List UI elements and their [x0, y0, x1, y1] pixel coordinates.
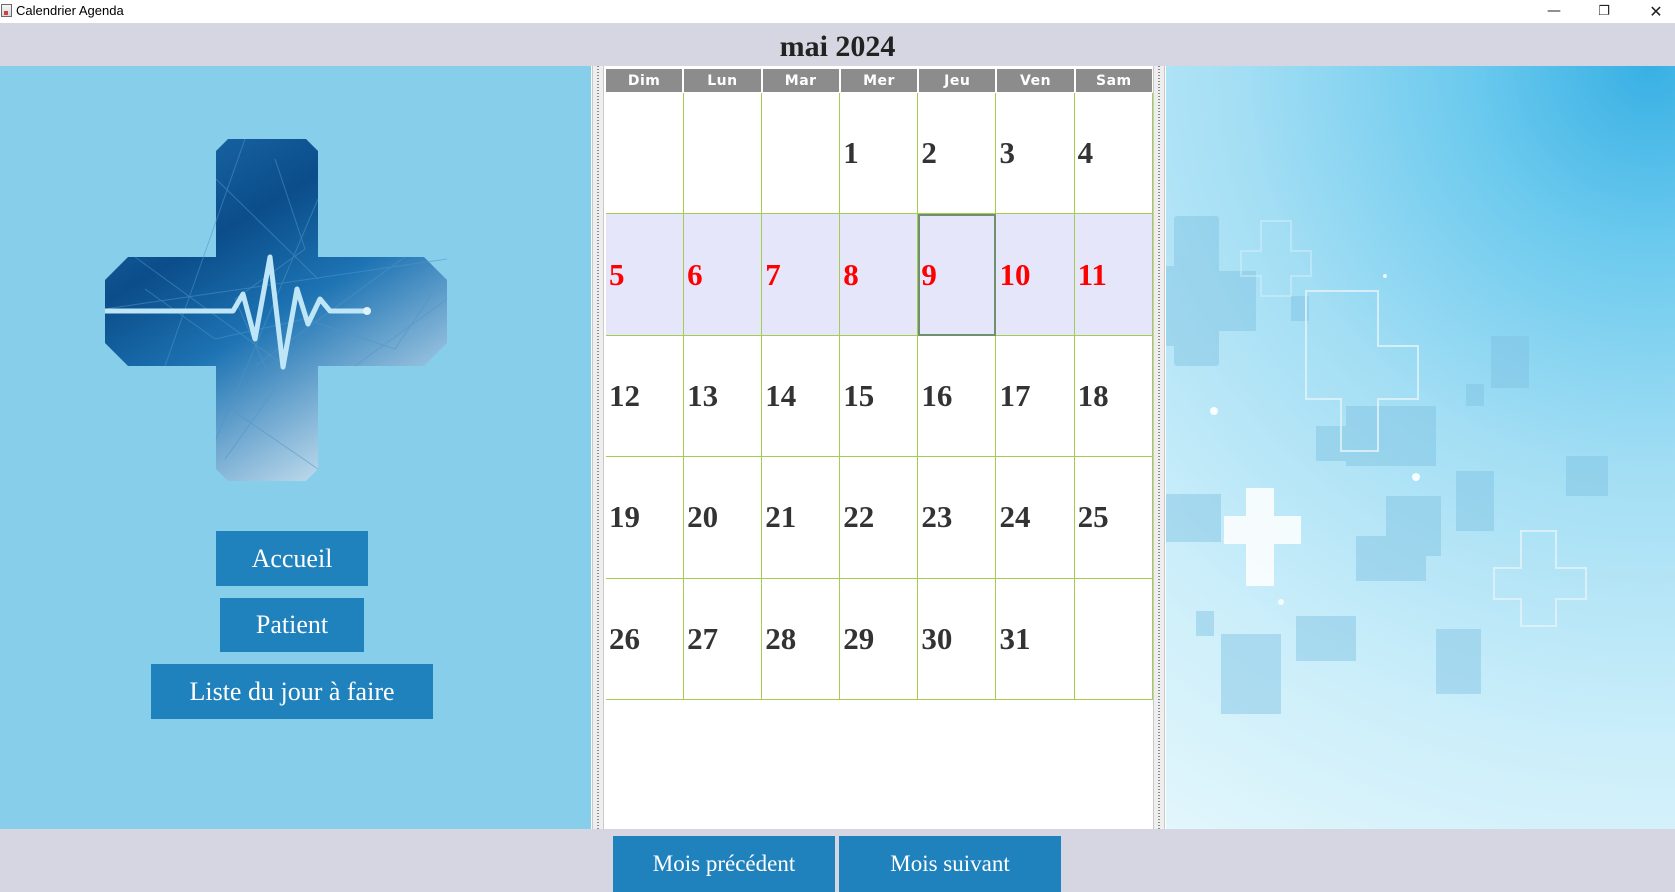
calendar-day-cell[interactable]: 10 [996, 214, 1075, 336]
calendar-day-cell[interactable]: 11 [1074, 214, 1153, 336]
calendar-day-cell[interactable]: 4 [1074, 93, 1153, 215]
calendar-day-cell[interactable]: 29 [840, 578, 919, 700]
calendar-day-cell[interactable]: 16 [918, 335, 997, 458]
calendar-empty-cell [1074, 578, 1153, 700]
calendar-day-cell[interactable]: 8 [840, 214, 919, 336]
accueil-button[interactable]: Accueil [216, 531, 368, 586]
calendar-day-cell[interactable]: 31 [996, 578, 1075, 700]
weekday-header-row: Dim Lun Mar Mer Jeu Ven Sam [606, 69, 1152, 92]
next-month-button[interactable]: Mois suivant [839, 836, 1061, 892]
calendar-day-cell[interactable]: 5 [606, 214, 685, 336]
month-header: mai 2024 [0, 23, 1675, 66]
calendar-day-cell[interactable]: 1 [840, 93, 919, 215]
calendar-day-cell[interactable]: 18 [1074, 335, 1153, 458]
calendar-empty-cell [606, 93, 685, 215]
patient-button[interactable]: Patient [220, 598, 364, 652]
weekday-header: Jeu [919, 69, 998, 92]
calendar-panel: Dim Lun Mar Mer Jeu Ven Sam 1 2 3 4 5 6 7 8 9 10 1… [605, 66, 1153, 829]
calendar-grid: 1 2 3 4 5 6 7 8 9 10 11 12 13 14 15 16 17 18 19 20 21 22 23 24 2… [606, 93, 1153, 700]
right-splitter[interactable] [1153, 66, 1165, 829]
app-icon [1, 4, 12, 17]
restore-icon[interactable]: ❐ [1580, 0, 1628, 22]
calendar-day-cell[interactable]: 12 [606, 335, 685, 458]
calendar-day-cell[interactable]: 26 [606, 578, 685, 700]
window-title-bar: Calendrier Agenda — ❐ ✕ [0, 0, 1675, 23]
weekday-header: Lun [684, 69, 763, 92]
calendar-day-cell[interactable]: 15 [840, 335, 919, 458]
calendar-day-cell[interactable]: 9 [918, 214, 997, 336]
medical-crosses-background-icon [1166, 216, 1608, 714]
weekday-header: Dim [606, 69, 685, 92]
calendar-empty-cell [684, 93, 763, 215]
calendar-day-cell[interactable]: 17 [996, 335, 1075, 458]
calendar-empty-cell [762, 93, 841, 215]
calendar-day-cell[interactable]: 24 [996, 457, 1075, 579]
minimize-icon[interactable]: — [1530, 0, 1578, 22]
calendar-day-cell[interactable]: 14 [762, 335, 841, 458]
left-panel: Accueil Patient Liste du jour à faire [0, 66, 591, 829]
medical-cross-heartbeat-icon [105, 139, 447, 481]
calendar-day-cell[interactable]: 23 [918, 457, 997, 579]
calendar-day-cell[interactable]: 2 [918, 93, 997, 215]
calendar-day-cell[interactable]: 22 [840, 457, 919, 579]
close-icon[interactable]: ✕ [1632, 0, 1675, 22]
weekday-header: Sam [1075, 69, 1152, 92]
calendar-day-cell[interactable]: 6 [684, 214, 763, 336]
window-title: Calendrier Agenda [16, 3, 124, 18]
calendar-day-cell[interactable]: 25 [1074, 457, 1153, 579]
month-title: mai 2024 [779, 29, 896, 63]
previous-month-button[interactable]: Mois précédent [613, 836, 835, 892]
calendar-day-cell[interactable]: 21 [762, 457, 841, 579]
weekday-header: Ven [997, 69, 1076, 92]
calendar-day-cell[interactable]: 30 [918, 578, 997, 700]
calendar-day-cell[interactable]: 28 [762, 578, 841, 700]
calendar-day-cell[interactable]: 19 [606, 457, 685, 579]
weekday-header: Mar [762, 69, 841, 92]
calendar-day-cell[interactable]: 27 [684, 578, 763, 700]
calendar-day-cell[interactable]: 7 [762, 214, 841, 336]
todo-list-button[interactable]: Liste du jour à faire [151, 664, 433, 719]
weekday-header: Mer [840, 69, 920, 92]
calendar-day-cell[interactable]: 3 [996, 93, 1075, 215]
footer-bar: Mois précédent Mois suivant [0, 829, 1675, 892]
right-panel [1166, 66, 1675, 829]
calendar-day-cell[interactable]: 13 [684, 335, 763, 458]
calendar-day-cell[interactable]: 20 [684, 457, 763, 579]
left-splitter[interactable] [592, 66, 604, 829]
